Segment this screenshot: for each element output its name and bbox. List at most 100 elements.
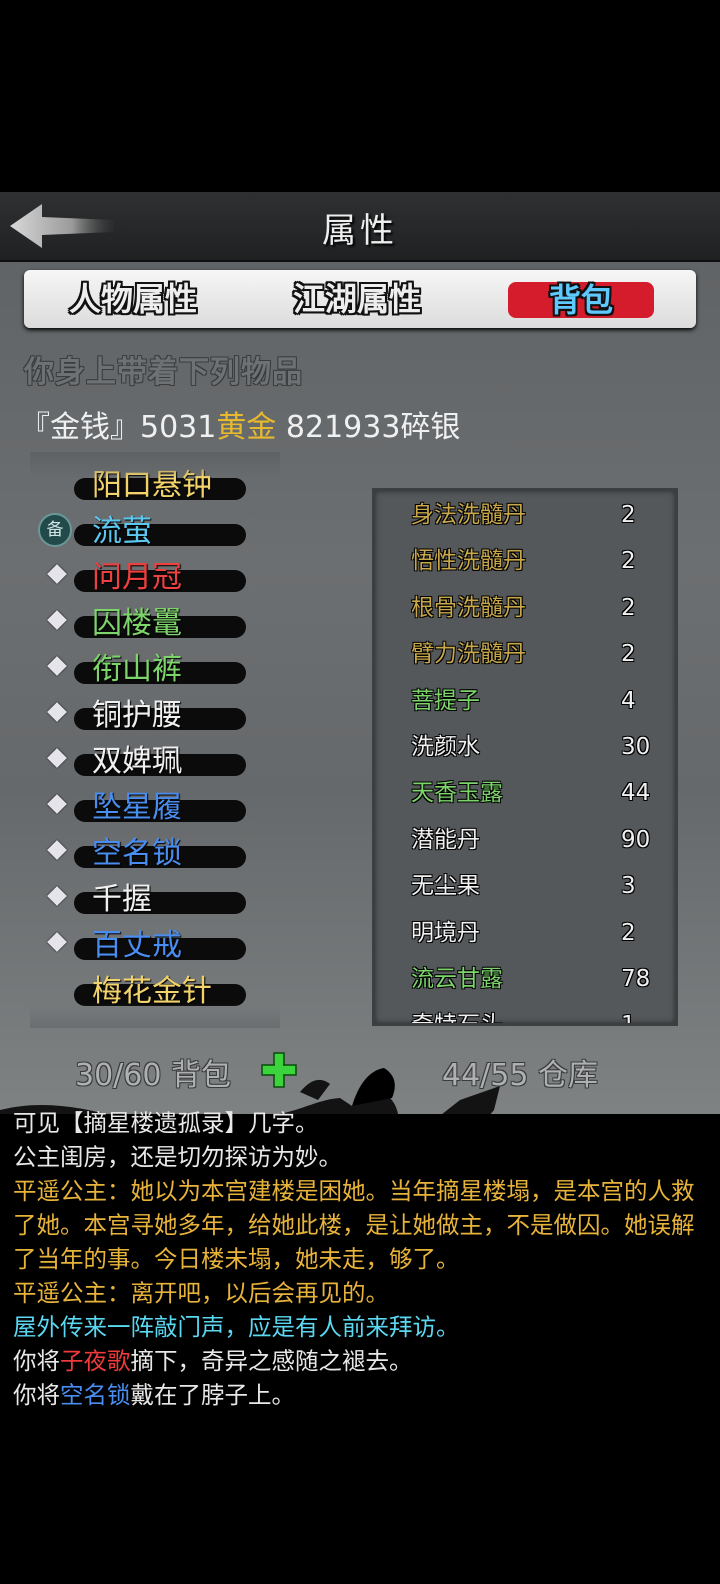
equipped-diamond-icon: [47, 840, 67, 860]
equipment-item[interactable]: 备流萤: [30, 510, 270, 556]
inventory-item-quantity: 44: [621, 780, 651, 807]
inventory-item[interactable]: 流云甘露 78: [375, 957, 675, 1003]
equipment-item[interactable]: 千握: [30, 878, 270, 924]
inventory-item[interactable]: 洗颜水 30: [375, 725, 675, 771]
inventory-item-quantity: 78: [621, 966, 651, 992]
equipment-item-name: 铜护腰: [92, 698, 182, 733]
equipment-item[interactable]: 问月冠: [30, 556, 270, 602]
game-screen: 属性 人物属性 江湖属性 背包 你身上带着下列物品 『金钱』5031黄金 821…: [0, 0, 720, 1584]
inventory-item-name: 流云甘露: [411, 966, 503, 992]
tab-jianghu-attributes[interactable]: 江湖属性: [282, 274, 432, 324]
inventory-item-quantity: 2: [621, 641, 636, 668]
equipment-item-name: 流萤: [92, 514, 152, 549]
silver-unit: 碎银: [400, 410, 461, 445]
list-fade-top: [30, 452, 280, 478]
inventory-item[interactable]: 根骨洗髓丹 2: [375, 586, 675, 632]
inventory-item-name: 明境丹: [411, 919, 480, 946]
equipment-item-name: 衔山裤: [92, 652, 182, 687]
money-display: 『金钱』5031黄金 821933碎银: [20, 402, 460, 446]
log-text: 屋外传来一阵敲门声，应是有人前来拜访。: [13, 1313, 460, 1341]
equipped-diamond-icon: [47, 794, 67, 814]
inventory-item-name: 奇特石头: [411, 1012, 503, 1026]
inventory-item-quantity: 90: [621, 826, 651, 853]
standby-badge-icon: 备: [38, 513, 72, 547]
equipment-item-name: 空名锁: [92, 836, 182, 871]
inventory-item-name: 臂力洗髓丹: [411, 641, 526, 668]
gold-unit: 黄金: [216, 410, 277, 445]
inventory-item[interactable]: 菩提子 4: [375, 679, 675, 725]
message-log: 可见【摘星楼遗孤录】几字。 公主闺房，还是切勿探访为妙。平遥公主：她以为本宫建楼是…: [13, 1106, 703, 1412]
plus-icon[interactable]: [259, 1050, 299, 1090]
equipment-item[interactable]: 铜护腰: [30, 694, 270, 740]
inventory-item[interactable]: 身法洗髓丹 2: [375, 493, 675, 539]
inventory-item[interactable]: 奇特石头 1: [375, 1003, 675, 1026]
silver-amount: 821933: [285, 410, 401, 445]
storage-capacity: 44/55 仓库: [442, 1058, 598, 1093]
inventory-item[interactable]: 明境丹 2: [375, 911, 675, 957]
inventory-item-quantity: 30: [621, 734, 651, 760]
tab-bar: 人物属性 江湖属性 背包: [24, 270, 696, 328]
tab-character-attributes[interactable]: 人物属性: [58, 274, 208, 324]
log-line: 屋外传来一阵敲门声，应是有人前来拜访。: [13, 1310, 703, 1344]
inventory-item-name: 根骨洗髓丹: [411, 594, 526, 621]
log-text: 你将: [13, 1347, 60, 1375]
equipped-diamond-icon: [47, 610, 67, 630]
equipped-diamond-icon: [47, 702, 67, 722]
equipment-item-name: 坠星履: [92, 790, 182, 825]
inventory-item-quantity: 2: [621, 502, 636, 528]
equipment-list[interactable]: 阳口悬钟备流萤 问月冠 囚楼鼍 衔山裤 铜护腰 双婢珮 坠星履 空名锁 千握 百丈戒 梅花金针: [30, 462, 270, 1022]
log-text: 摘下，奇异之感随之褪去。: [130, 1347, 413, 1375]
inventory-item[interactable]: 悟性洗髓丹 2: [375, 539, 675, 585]
equipped-diamond-icon: [47, 932, 67, 952]
backpack-subtitle: 你身上带着下列物品: [24, 355, 303, 390]
inventory-item-name: 潜能丹: [411, 826, 480, 853]
inventory-item[interactable]: 天香玉露 44: [375, 771, 675, 817]
equipment-item-name: 千握: [92, 882, 152, 917]
inventory-item-name: 洗颜水: [411, 734, 480, 760]
inventory-item-quantity: 2: [621, 919, 636, 946]
log-line: 你将子夜歌摘下，奇异之感随之褪去。: [13, 1344, 703, 1378]
log-text: 子夜歌: [60, 1347, 131, 1375]
log-text: 平遥公主：离开吧，以后会再见的。: [13, 1279, 389, 1307]
list-fade-bottom: [30, 1004, 280, 1028]
inventory-item-quantity: 2: [621, 594, 636, 621]
log-text: 平遥公主：她以为本宫建楼是困她。当年摘星楼塌，是本宫的人救了她。本宫寻她多年，给…: [13, 1177, 695, 1273]
log-text: 戴在了脖子上。: [130, 1381, 296, 1409]
equipment-item[interactable]: 衔山裤: [30, 648, 270, 694]
equipment-item-name: 囚楼鼍: [92, 606, 182, 641]
inventory-item-name: 菩提子: [411, 687, 480, 714]
backpack-capacity: 30/60 背包: [75, 1058, 231, 1093]
equipment-item-name: 问月冠: [92, 560, 182, 595]
inventory-item[interactable]: 臂力洗髓丹 2: [375, 632, 675, 678]
log-line: 平遥公主：她以为本宫建楼是困她。当年摘星楼塌，是本宫的人救了她。本宫寻她多年，给…: [13, 1174, 703, 1276]
equipped-diamond-icon: [47, 564, 67, 584]
equipped-diamond-icon: [47, 656, 67, 676]
equipment-item[interactable]: 双婢珮: [30, 740, 270, 786]
log-text: 空名锁: [60, 1381, 131, 1409]
log-line: 可见【摘星楼遗孤录】几字。: [13, 1106, 703, 1140]
equipment-item[interactable]: 囚楼鼍: [30, 602, 270, 648]
inventory-item-name: 悟性洗髓丹: [411, 548, 526, 575]
equipment-item-name: 双婢珮: [92, 744, 182, 779]
inventory-item-name: 天香玉露: [411, 780, 503, 807]
equipped-diamond-icon: [47, 748, 67, 768]
equipment-item[interactable]: 坠星履: [30, 786, 270, 832]
inventory-item-quantity: 3: [621, 873, 636, 900]
equipment-item[interactable]: 空名锁: [30, 832, 270, 878]
log-text: 公主闺房，还是切勿探访为妙。: [13, 1143, 342, 1171]
log-line: 你将空名锁戴在了脖子上。: [13, 1378, 703, 1412]
page-title: 属性: [322, 211, 398, 251]
inventory-list[interactable]: 身法洗髓丹 2 悟性洗髓丹 2 根骨洗髓丹 2 臂力洗髓丹 2 菩提子 4 洗颜水 30 天香玉露 44 潜…: [372, 488, 678, 1026]
equipped-diamond-icon: [47, 886, 67, 906]
money-label: 『金钱』: [20, 410, 140, 445]
inventory-item-name: 无尘果: [411, 873, 480, 900]
equipment-item-name: 百丈戒: [92, 928, 182, 963]
inventory-item[interactable]: 潜能丹 90: [375, 818, 675, 864]
tab-backpack[interactable]: 背包: [508, 282, 654, 318]
log-text: 你将: [13, 1381, 60, 1409]
equipment-item[interactable]: 百丈戒: [30, 924, 270, 970]
log-line: 平遥公主：离开吧，以后会再见的。: [13, 1276, 703, 1310]
log-text: 可见【摘星楼遗孤录】几字。: [13, 1109, 319, 1137]
inventory-item[interactable]: 无尘果 3: [375, 864, 675, 910]
inventory-item-quantity: 2: [621, 548, 636, 575]
